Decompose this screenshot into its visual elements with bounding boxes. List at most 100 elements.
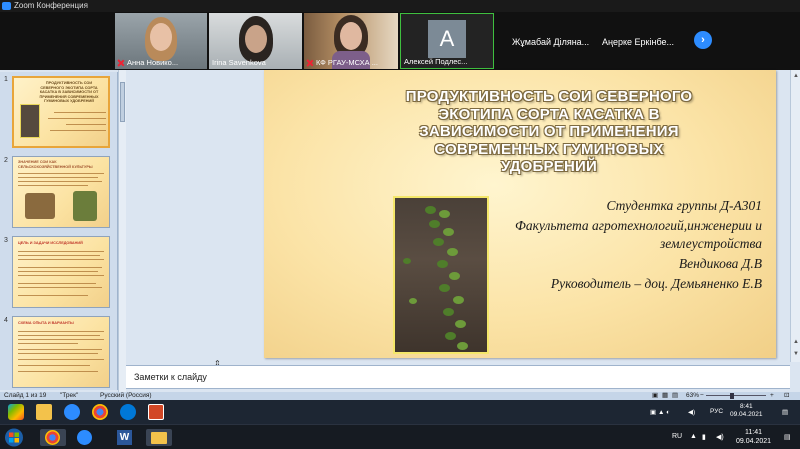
slide-scrollbar[interactable]: ▲ ▲ ▼ (790, 70, 800, 362)
thumb-image (25, 193, 55, 219)
student-group-text[interactable]: Студентка группы Д-А301 (606, 198, 762, 214)
participant-tile[interactable]: Жұмабай Діляна... (496, 13, 592, 69)
muted-mic-icon (118, 60, 124, 66)
slide-thumbnail-4[interactable]: СХЕМА ОПЫТА И ВАРИАНТЫ (12, 316, 110, 388)
view-sorter-icon[interactable]: ▦ (662, 392, 668, 400)
scroll-up-icon[interactable]: ▲ (792, 72, 800, 80)
faculty-text[interactable]: Факультета агротехнологий,инженерии и (515, 218, 762, 234)
windows-start-icon[interactable] (8, 404, 24, 420)
tray-icons[interactable]: ▣ ▲ ◐ (650, 408, 670, 416)
thumb-image (73, 191, 97, 221)
chevron-right-icon: › (701, 34, 705, 46)
participant-name: Irina Savenkova (212, 58, 266, 67)
slide-editor: ПРОДУКТИВНОСТЬ СОИ СЕВЕРНОГО ЭКОТИПА СОР… (126, 70, 790, 362)
muted-mic-icon (307, 60, 313, 66)
chrome-taskbar-button[interactable] (40, 429, 66, 446)
file-explorer-icon[interactable] (36, 404, 52, 420)
powerpoint-window: 1 ПРОДУКТИВНОСТЬ СОИ СЕВЕРНОГО ЭКОТИПА С… (0, 70, 800, 400)
view-reading-icon[interactable]: ▤ (672, 392, 678, 400)
zoom-app-icon (77, 430, 92, 445)
notes-placeholder: Заметки к слайду (134, 372, 207, 382)
powerpoint-icon[interactable] (148, 404, 164, 420)
author-text[interactable]: Вендикова Д.В (679, 256, 762, 272)
thumb-photo (20, 104, 40, 138)
zoom-slider-handle[interactable] (730, 393, 734, 399)
participant-tile[interactable]: Аңерке Еркінбе... (592, 13, 692, 69)
thumb-title: СХЕМА ОПЫТА И ВАРИАНТЫ (18, 321, 74, 325)
windows-start-button[interactable] (4, 428, 24, 447)
previous-slide-icon[interactable]: ▲ (792, 338, 800, 346)
thumb-number: 2 (4, 157, 8, 164)
status-bar: Слайд 1 из 19 "Трек" Русский (Россия) ▣ … (0, 392, 800, 400)
zoom-app-icon[interactable] (64, 404, 80, 420)
edge-icon[interactable] (120, 404, 136, 420)
title-line: ПРОДУКТИВНОСТЬ СОИ СЕВЕРНОГО (405, 88, 693, 105)
soybean-photo[interactable] (393, 196, 489, 354)
slide-thumbnails-pane: 1 ПРОДУКТИВНОСТЬ СОИ СЕВЕРНОГО ЭКОТИПА С… (0, 72, 118, 390)
thumb-title: ЦЕЛЬ И ЗАДАЧИ ИССЛЕДОВАНИЙ (18, 241, 83, 245)
title-line: ЗАВИСИМОСТИ ОТ ПРИМЕНЕНИЯ (419, 123, 679, 140)
thumb-title: ПРОДУКТИВНОСТЬ СОИ СЕВЕРНОГО ЭКОТИПА СОР… (39, 81, 99, 104)
title-line: СОВРЕМЕННЫХ ГУМИНОВЫХ (434, 140, 664, 158)
participant-name: Анна Новико... (127, 58, 179, 67)
volume-icon[interactable]: ◀) (688, 408, 695, 416)
zoom-taskbar-button[interactable] (74, 429, 96, 446)
next-participants-button[interactable]: › (694, 31, 712, 49)
remote-time: 8:41 (739, 403, 753, 410)
fit-slide-icon[interactable]: ⊡ (784, 392, 789, 400)
zoom-titlebar: Zoom Конференция (0, 0, 800, 12)
notes-pane[interactable]: Заметки к слайду (126, 365, 790, 389)
slide-thumbnail-1[interactable]: ПРОДУКТИВНОСТЬ СОИ СЕВЕРНОГО ЭКОТИПА СОР… (12, 76, 110, 148)
remote-taskbar: ▣ ▲ ◐ ◀) РУС 8:41 09.04.2021 ▤ (0, 400, 800, 424)
slide-thumbnail-2[interactable]: ЗНАЧЕНИЕ СОИ КАК СЕЛЬСКОХОЗЯЙСТВЕННОЙ КУ… (12, 156, 110, 228)
zoom-logo-icon (2, 2, 11, 10)
participant-name: КФ РГАУ-МСХА ... (316, 58, 378, 67)
avatar: A (428, 20, 466, 58)
network-icon[interactable]: ▮ (702, 433, 706, 441)
participant-tile[interactable]: A Алексей Подлес... (400, 13, 494, 69)
chrome-icon[interactable] (92, 404, 108, 420)
remote-clock[interactable]: 8:41 09.04.2021 (730, 403, 763, 419)
windows-logo-icon (5, 428, 23, 447)
participant-tile[interactable]: Анна Новико... (115, 13, 207, 69)
local-time: 11:41 (745, 429, 763, 436)
slide-thumbnail-3[interactable]: ЦЕЛЬ И ЗАДАЧИ ИССЛЕДОВАНИЙ (12, 236, 110, 308)
muted-mic-icon (501, 39, 507, 45)
participant-name: Жұмабай Діляна... (512, 37, 590, 47)
thumbnails-scrollbar[interactable] (118, 70, 126, 392)
muted-mic-icon (594, 39, 600, 45)
participant-tile[interactable]: Irina Savenkova (209, 13, 302, 69)
thumb-title: ЗНАЧЕНИЕ СОИ КАК СЕЛЬСКОХОЗЯЙСТВЕННОЙ КУ… (18, 160, 93, 169)
title-line: ЭКОТИПА СОРТА КАСАТКА В (438, 105, 660, 123)
folder-icon (151, 432, 167, 444)
view-normal-icon[interactable]: ▣ (652, 392, 658, 400)
local-input-language[interactable]: RU (672, 433, 682, 440)
show-hidden-icons-icon[interactable]: ▲ (690, 433, 697, 440)
next-slide-icon[interactable]: ▼ (792, 350, 800, 358)
zoom-in-icon[interactable]: + (770, 392, 774, 400)
current-slide[interactable]: ПРОДУКТИВНОСТЬ СОИ СЕВЕРНОГО ЭКОТИПА СОР… (264, 70, 776, 358)
zoom-slider[interactable] (706, 395, 766, 396)
volume-icon[interactable]: ◀) (716, 433, 724, 441)
remote-date: 09.04.2021 (730, 411, 763, 418)
local-clock[interactable]: 11:41 09.04.2021 (736, 428, 771, 446)
word-icon: W (117, 430, 132, 445)
faculty-text-cont[interactable]: землеустройства (660, 236, 762, 252)
thumb-number: 1 (4, 76, 8, 83)
participant-name: Алексей Подлес... (404, 57, 468, 66)
language-indicator[interactable]: Русский (Россия) (100, 392, 152, 400)
slide-title[interactable]: ПРОДУКТИВНОСТЬ СОИ СЕВЕРНОГО ЭКОТИПА СОР… (384, 88, 714, 176)
explorer-taskbar-button[interactable] (146, 429, 172, 446)
word-taskbar-button[interactable]: W (114, 429, 136, 446)
participant-tile[interactable]: КФ РГАУ-МСХА ... (304, 13, 398, 69)
local-date: 09.04.2021 (736, 438, 772, 445)
participant-strip: Анна Новико... Irina Savenkova КФ РГАУ-М… (0, 12, 800, 70)
scrollbar-thumb[interactable] (120, 82, 125, 122)
notifications-icon[interactable]: ▤ (782, 408, 788, 416)
input-language[interactable]: РУС (710, 408, 723, 415)
action-center-icon[interactable]: ▤ (784, 433, 791, 441)
zoom-out-icon[interactable]: − (700, 392, 704, 400)
supervisor-text[interactable]: Руководитель – доц. Демьяненко Е.В (551, 276, 762, 292)
slide-counter: Слайд 1 из 19 (4, 392, 47, 399)
zoom-level[interactable]: 63% (686, 392, 699, 400)
